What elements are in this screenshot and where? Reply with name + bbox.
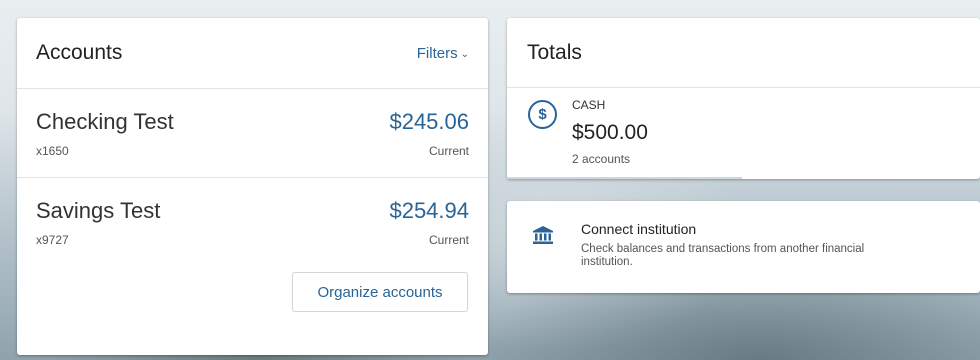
dollar-circle-icon: $ bbox=[528, 100, 557, 129]
account-status: Current bbox=[428, 144, 469, 158]
account-row-checking[interactable]: Checking Test x1650 $245.06 Current bbox=[17, 89, 488, 178]
accounts-header: Accounts Filters ⌄ bbox=[17, 18, 488, 89]
connect-institution-title: Connect institution bbox=[581, 221, 697, 237]
accounts-card: Accounts Filters ⌄ Checking Test x1650 $… bbox=[17, 18, 488, 355]
totals-card: Totals $ CASH $500.00 2 accounts bbox=[507, 18, 980, 179]
account-row-savings[interactable]: Savings Test x9727 $254.94 Current bbox=[17, 178, 488, 266]
connect-institution-card[interactable]: Connect institution Check balances and t… bbox=[507, 201, 980, 293]
connect-institution-description: Check balances and transactions from ano… bbox=[581, 243, 865, 268]
accounts-title: Accounts bbox=[36, 41, 123, 64]
account-number: x1650 bbox=[36, 144, 69, 158]
totals-header: Totals bbox=[507, 18, 980, 88]
cash-amount: $500.00 bbox=[572, 121, 648, 144]
account-balance: $254.94 bbox=[389, 198, 469, 223]
filters-button[interactable]: Filters ⌄ bbox=[417, 45, 469, 62]
organize-accounts-button[interactable]: Organize accounts bbox=[292, 272, 468, 312]
cash-account-count: 2 accounts bbox=[572, 152, 631, 166]
filters-label: Filters bbox=[416, 44, 458, 62]
account-number: x9727 bbox=[36, 233, 69, 247]
cash-label: CASH bbox=[572, 98, 606, 112]
account-name: Savings Test bbox=[36, 198, 161, 223]
account-balance: $245.06 bbox=[389, 109, 469, 134]
cash-progress-bar bbox=[507, 177, 742, 179]
chevron-down-icon: ⌄ bbox=[460, 48, 469, 60]
account-name: Checking Test bbox=[36, 109, 174, 134]
bank-icon bbox=[533, 226, 553, 244]
account-status: Current bbox=[428, 233, 469, 247]
totals-title: Totals bbox=[527, 40, 582, 64]
